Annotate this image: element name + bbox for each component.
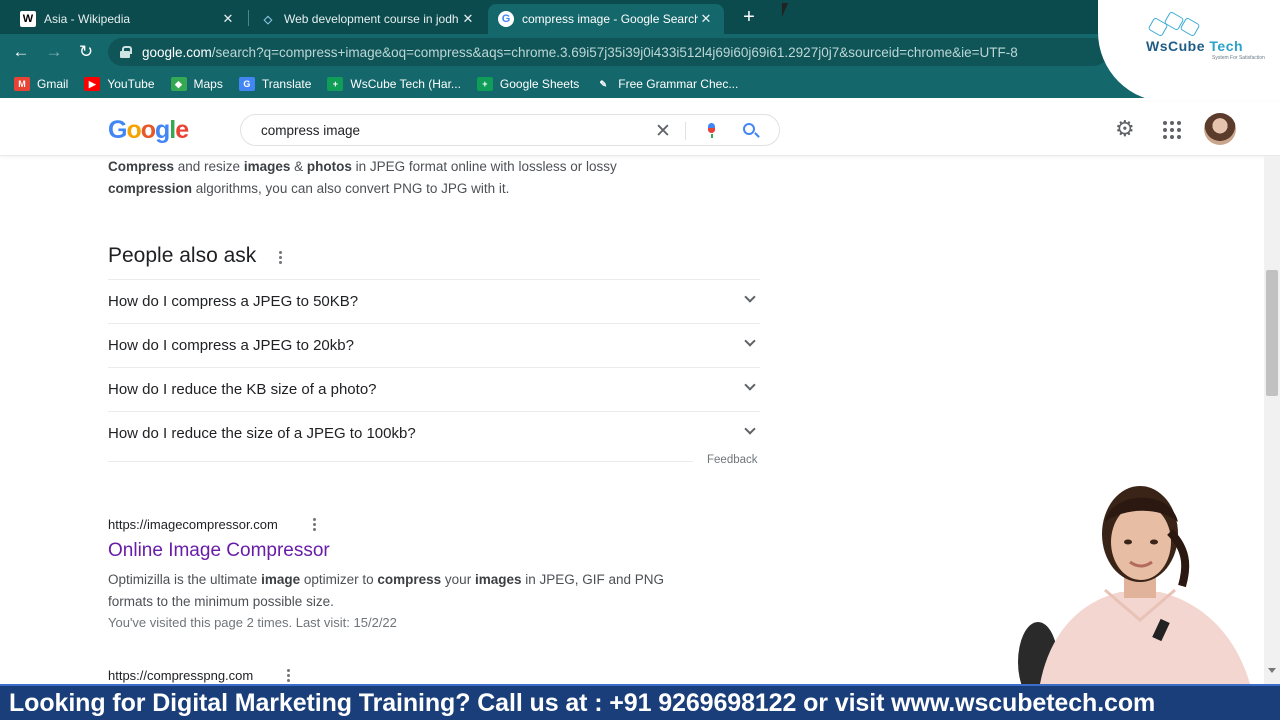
site-icon: ◇ — [263, 13, 273, 26]
sheets-icon: + — [327, 77, 344, 91]
maps-icon: ◆ — [170, 77, 187, 91]
people-also-ask-heading: People also ask — [108, 244, 257, 267]
bookmark-item[interactable]: ▶ YouTube — [84, 77, 155, 91]
result-url[interactable]: https://imagecompressor.com — [108, 517, 278, 532]
bookmark-label: Gmail — [37, 77, 69, 91]
result-snippet: Optimizilla is the ultimate image optimi… — [108, 572, 665, 609]
wikipedia-icon: W — [20, 11, 36, 27]
apps-grid-icon[interactable] — [1163, 121, 1181, 139]
address-bar[interactable]: google.com/search?q=compress+image&oq=co… — [108, 38, 1108, 66]
more-options-icon[interactable] — [313, 518, 317, 532]
avatar[interactable] — [1204, 113, 1236, 145]
back-icon[interactable]: ← — [10, 41, 32, 63]
paa-divider — [108, 461, 693, 462]
tab-divider — [248, 10, 249, 26]
tab-title: compress image - Google Search — [522, 12, 698, 26]
brand-tagline: System For Satisfaction — [1212, 55, 1265, 61]
url-text: google.com/search?q=compress+image&oq=co… — [142, 44, 1018, 60]
tab-strip: W Asia - Wikipedia ✕ ◇ Web development c… — [0, 0, 1280, 34]
search-input[interactable]: compress image — [261, 123, 360, 138]
more-options-icon[interactable] — [279, 251, 283, 265]
paa-question[interactable]: How do I reduce the KB size of a photo? — [108, 367, 760, 411]
browser-toolbar: ← → ↻ google.com/search?q=compress+image… — [0, 34, 1280, 70]
lock-icon — [120, 46, 132, 58]
bookmark-label: Translate — [261, 77, 312, 91]
paa-question[interactable]: How do I reduce the size of a JPEG to 10… — [108, 411, 760, 455]
screen: W Asia - Wikipedia ✕ ◇ Web development c… — [0, 0, 1280, 720]
gmail-icon: M — [14, 77, 30, 91]
search-icon[interactable] — [743, 123, 755, 135]
bookmark-label: WsCube Tech (Har... — [350, 77, 461, 91]
tab-title: Asia - Wikipedia — [44, 12, 131, 26]
visited-note: You've visited this page 2 times. Last v… — [108, 615, 397, 630]
reload-icon[interactable]: ↻ — [75, 41, 97, 63]
forward-icon[interactable]: → — [43, 41, 65, 63]
presenter-video — [1010, 462, 1264, 684]
chevron-down-icon — [744, 379, 756, 391]
clear-icon[interactable]: ✕ — [655, 120, 671, 143]
mouse-cursor — [782, 3, 794, 17]
tab-google-search[interactable]: G compress image - Google Search ✕ — [488, 4, 724, 34]
google-doodle-logo[interactable]: Google — [108, 116, 189, 145]
result-url[interactable]: https://compresspng.com — [108, 668, 253, 683]
bookmark-label: Maps — [193, 77, 223, 91]
close-icon[interactable]: ✕ — [698, 11, 714, 27]
feather-icon: ✎ — [595, 77, 612, 91]
bookmark-item[interactable]: ✎ Free Grammar Chec... — [595, 77, 738, 91]
promo-banner: Looking for Digital Marketing Training? … — [0, 684, 1280, 720]
microphone-icon[interactable] — [707, 123, 716, 138]
bookmark-label: YouTube — [107, 77, 155, 91]
youtube-icon: ▶ — [84, 77, 101, 91]
google-header: Google compress image ✕ ⚙ — [0, 102, 1280, 156]
tab-title: Web development course in jodh — [284, 12, 459, 26]
bookmark-label: Free Grammar Chec... — [618, 77, 739, 91]
sheets-icon: + — [476, 77, 493, 91]
translate-icon: G — [238, 77, 255, 91]
bookmark-item[interactable]: M Gmail — [14, 77, 68, 91]
tab-web-development[interactable]: ◇ Web development course in jodh ✕ — [250, 4, 486, 34]
gear-icon[interactable]: ⚙ — [1115, 118, 1135, 140]
bookmark-item[interactable]: + Google Sheets — [476, 77, 580, 91]
bookmark-item[interactable]: G Translate — [238, 77, 312, 91]
chevron-down-icon — [744, 423, 756, 435]
chevron-down-icon — [744, 291, 756, 303]
result-title-link[interactable]: Online Image Compressor — [108, 540, 330, 562]
close-icon[interactable]: ✕ — [220, 11, 236, 27]
result-snippet: Compress and resize images & photos in J… — [108, 159, 617, 196]
google-icon: G — [498, 11, 514, 27]
new-tab-button[interactable]: + — [738, 6, 760, 28]
scrollbar-thumb[interactable] — [1266, 270, 1278, 396]
bookmark-item[interactable]: + WsCube Tech (Har... — [327, 77, 461, 91]
scrollbar[interactable] — [1264, 156, 1280, 684]
paa-question[interactable]: How do I compress a JPEG to 50KB? — [108, 279, 760, 323]
bookmark-label: Google Sheets — [499, 77, 580, 91]
feedback-link[interactable]: Feedback — [707, 454, 758, 466]
tab-wikipedia[interactable]: W Asia - Wikipedia ✕ — [10, 4, 246, 34]
chevron-down-icon — [744, 335, 756, 347]
more-options-icon[interactable] — [287, 669, 291, 683]
search-divider — [685, 122, 686, 140]
scroll-down-icon[interactable] — [1268, 668, 1276, 673]
bookmarks-bar: M Gmail ▶ YouTube ◆ Maps G Translate + WsCube Tec… — [0, 70, 1280, 98]
close-icon[interactable]: ✕ — [460, 11, 476, 27]
search-box[interactable]: compress image ✕ — [240, 114, 780, 146]
paa-question[interactable]: How do I compress a JPEG to 20kb? — [108, 323, 760, 367]
bookmark-item[interactable]: ◆ Maps — [170, 77, 223, 91]
brand-logo: WsCube Tech — [1146, 38, 1244, 54]
